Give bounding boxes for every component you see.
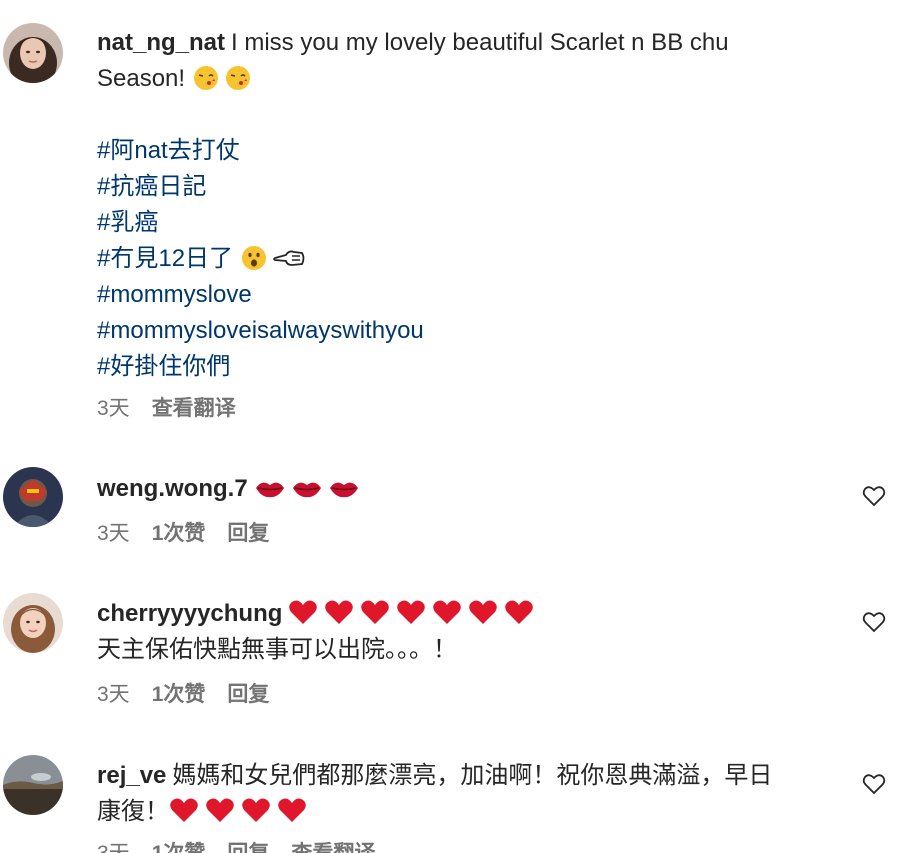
see-translation-button[interactable]: 查看翻译 <box>291 842 375 853</box>
comment-text-2: 康復！ <box>97 798 169 825</box>
post-meta: 3天 查看翻译 <box>97 395 258 423</box>
winking-kiss-face-icon <box>224 64 252 92</box>
see-translation-button[interactable]: 查看翻译 <box>152 397 236 420</box>
comment-username[interactable]: cherryyyychung <box>97 600 282 627</box>
comment-meta: 3天 1次赞 回复 查看翻译 <box>97 840 397 853</box>
hashtag-link[interactable]: #乳癌 <box>97 205 840 241</box>
red-heart-icon <box>205 797 235 823</box>
red-heart-icon <box>360 599 390 625</box>
hashtag-link[interactable]: #mommysloveisalwayswithyou <box>97 313 840 349</box>
comment-time: 3天 <box>97 842 130 853</box>
red-heart-icon <box>169 797 199 823</box>
comment-body: rej_ve 媽媽和女兒們都那麼漂亮，加油啊！祝你恩典滿溢，早日 康復！ <box>97 758 840 830</box>
hashtag-link[interactable]: #冇見12日了 <box>97 245 233 272</box>
caption-text-2: Season! <box>97 65 186 92</box>
red-heart-icon <box>241 797 271 823</box>
red-heart-icon <box>468 599 498 625</box>
hashtag-link[interactable]: #好掛住你們 <box>97 349 840 385</box>
kiss-lips-icon <box>254 477 286 499</box>
like-heart-icon[interactable] <box>862 772 886 796</box>
red-heart-icon <box>396 599 426 625</box>
avatar[interactable] <box>3 755 63 815</box>
avatar[interactable] <box>3 593 63 653</box>
comment-username[interactable]: rej_ve <box>97 762 166 789</box>
caption-line-1: nat_ng_nat I miss you my lovely beautiful… <box>97 25 840 61</box>
comment-body: cherryyyychung 天主保佑快點無事可以出院。。。！ <box>97 596 840 668</box>
comment-username[interactable]: weng.wong.7 <box>97 475 248 502</box>
red-heart-icon <box>277 797 307 823</box>
avatar[interactable] <box>3 23 63 83</box>
avatar[interactable] <box>3 467 63 527</box>
reply-button[interactable]: 回复 <box>227 683 269 706</box>
like-heart-icon[interactable] <box>862 484 886 508</box>
caption-line-2: Season! <box>97 61 840 97</box>
comment-text: 天主保佑快點無事可以出院。。。！ <box>97 636 457 663</box>
reply-button[interactable]: 回复 <box>227 522 269 545</box>
comment-line-1: rej_ve 媽媽和女兒們都那麼漂亮，加油啊！祝你恩典滿溢，早日 <box>97 758 840 794</box>
comment-time: 3天 <box>97 522 130 545</box>
red-heart-icon <box>432 599 462 625</box>
kiss-lips-icon <box>328 477 360 499</box>
comment-line-2: 康復！ <box>97 794 840 830</box>
hashtag-link[interactable]: #阿nat去打仗 <box>97 133 840 169</box>
caption-body: nat_ng_nat I miss you my lovely beautiful… <box>97 25 840 97</box>
astonished-face-icon <box>240 244 268 272</box>
like-heart-icon[interactable] <box>862 610 886 634</box>
comment-meta: 3天 1次赞 回复 <box>97 520 291 548</box>
hashtag-link[interactable]: #mommyslove <box>97 277 840 313</box>
hashtag-list: #阿nat去打仗 #抗癌日記 #乳癌 #冇見12日了 #mommyslove #… <box>97 133 840 385</box>
red-heart-icon <box>288 599 318 625</box>
post-time: 3天 <box>97 397 130 420</box>
red-heart-icon <box>504 599 534 625</box>
comment-time: 3天 <box>97 683 130 706</box>
reply-button[interactable]: 回复 <box>227 842 269 853</box>
hashtag-line-4: #冇見12日了 <box>97 241 840 277</box>
hashtag-link[interactable]: #抗癌日記 <box>97 169 840 205</box>
comment-text: 媽媽和女兒們都那麼漂亮，加油啊！祝你恩典滿溢，早日 <box>172 762 773 789</box>
kiss-lips-icon <box>291 477 323 499</box>
likes-count-button[interactable]: 1次赞 <box>152 522 206 545</box>
comment-line-1: cherryyyychung <box>97 596 840 632</box>
comment-meta: 3天 1次赞 回复 <box>97 681 291 709</box>
backhand-pointing-left-icon <box>272 246 306 270</box>
post-username[interactable]: nat_ng_nat <box>97 29 225 56</box>
likes-count-button[interactable]: 1次赞 <box>152 842 206 853</box>
red-heart-icon <box>324 599 354 625</box>
winking-kiss-face-icon <box>192 64 220 92</box>
likes-count-button[interactable]: 1次赞 <box>152 683 206 706</box>
caption-text: I miss you my lovely beautiful Scarlet n… <box>231 29 729 56</box>
comment-body: weng.wong.7 <box>97 471 840 507</box>
